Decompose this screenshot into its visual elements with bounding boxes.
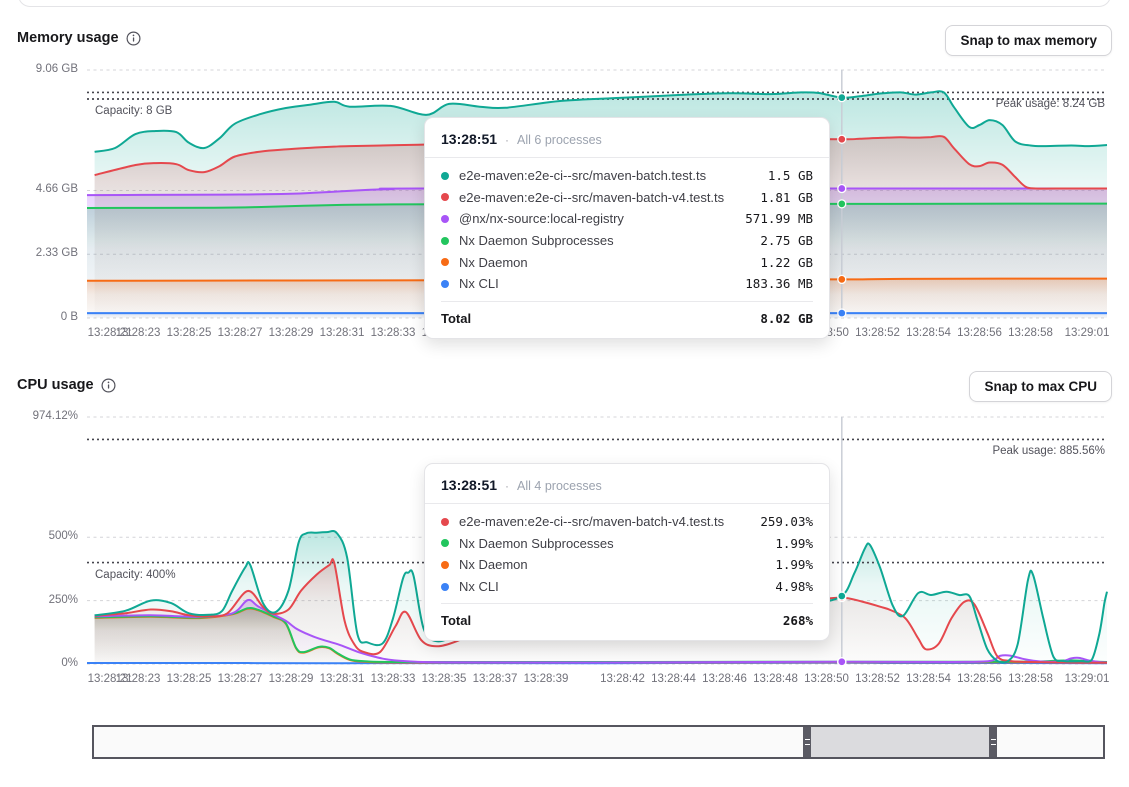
brush-handle-right[interactable] — [989, 727, 997, 757]
info-icon[interactable] — [101, 378, 116, 393]
info-icon[interactable] — [126, 31, 141, 46]
process-value: 259.03% — [760, 514, 813, 529]
process-name: Nx Daemon — [459, 255, 528, 270]
tooltip-subtitle: All 4 processes — [517, 479, 602, 493]
process-value: 1.99% — [775, 536, 813, 551]
snap-to-max-memory-button[interactable]: Snap to max memory — [945, 25, 1112, 56]
series-color-dot — [441, 518, 449, 526]
series-color-dot — [441, 258, 449, 266]
process-value: 1.99% — [775, 557, 813, 572]
cpu-tooltip: 13:28:51 · All 4 processes e2e-maven:e2e… — [424, 463, 830, 641]
process-name: Nx Daemon — [459, 557, 528, 572]
y-axis-tick-label: 4.66 GB — [0, 183, 78, 195]
grip-icon — [805, 739, 810, 745]
snap-to-max-cpu-button[interactable]: Snap to max CPU — [969, 371, 1112, 402]
process-name: Nx CLI — [459, 276, 499, 291]
process-value: 2.75 GB — [760, 233, 813, 248]
process-value: 571.99 MB — [745, 211, 813, 226]
process-value: 183.36 MB — [745, 276, 813, 291]
series-color-dot — [441, 193, 449, 201]
series-color-dot — [441, 172, 449, 180]
grip-icon — [991, 739, 996, 745]
series-color-dot — [441, 215, 449, 223]
x-axis-tick-label: 13:28:58 — [1001, 327, 1061, 339]
total-value: 8.02 GB — [760, 311, 813, 326]
y-axis-tick-label: 500% — [0, 530, 78, 542]
process-value: 4.98% — [775, 579, 813, 594]
brush-handle-left[interactable] — [803, 727, 811, 757]
memory-usage-title: Memory usage — [17, 30, 119, 46]
y-axis-tick-label: 9.06 GB — [0, 63, 78, 75]
tooltip-row: Nx Daemon 1.22 GB — [441, 251, 813, 273]
x-axis-tick-label: 13:28:58 — [1001, 673, 1061, 685]
y-axis-tick-label: 250% — [0, 594, 78, 606]
tooltip-row: @nx/nx-source:local-registry 571.99 MB — [441, 208, 813, 230]
series-color-dot — [441, 583, 449, 591]
total-label: Total — [441, 613, 471, 628]
y-axis-tick-label: 0 B — [0, 311, 78, 323]
tooltip-row: e2e-maven:e2e-ci--src/maven-batch.test.t… — [441, 165, 813, 187]
brush-selection[interactable] — [811, 727, 989, 757]
tooltip-header: 13:28:51 · All 4 processes — [425, 464, 829, 504]
tooltip-time: 13:28:51 — [441, 477, 497, 493]
tooltip-row: Nx Daemon Subprocesses 1.99% — [441, 533, 813, 555]
x-axis-tick-label: 13:29:01 — [1057, 673, 1117, 685]
tooltip-row: e2e-maven:e2e-ci--src/maven-batch-v4.tes… — [441, 187, 813, 209]
x-axis-tick-label: 13:29:01 — [1057, 327, 1117, 339]
y-axis-tick-label: 0% — [0, 657, 78, 669]
tooltip-separator: · — [505, 133, 509, 147]
tooltip-row: Nx CLI 4.98% — [441, 576, 813, 598]
tooltip-row: Nx CLI 183.36 MB — [441, 273, 813, 295]
process-value: 1.22 GB — [760, 255, 813, 270]
cpu-section-header: CPU usage — [17, 377, 116, 393]
tooltip-row: Nx Daemon 1.99% — [441, 554, 813, 576]
process-name: Nx CLI — [459, 579, 499, 594]
x-axis-tick-label: 13:28:39 — [516, 673, 576, 685]
series-color-dot — [441, 237, 449, 245]
y-axis-tick-label: 974.12% — [0, 410, 78, 422]
total-value: 268% — [783, 613, 813, 628]
tooltip-rows: e2e-maven:e2e-ci--src/maven-batch.test.t… — [425, 158, 829, 297]
series-color-dot — [441, 280, 449, 288]
process-name: e2e-maven:e2e-ci--src/maven-batch.test.t… — [459, 168, 706, 183]
tooltip-total-row: Total 8.02 GB — [441, 301, 813, 338]
tooltip-row: Nx Daemon Subprocesses 2.75 GB — [441, 230, 813, 252]
memory-section-header: Memory usage — [17, 30, 141, 46]
total-label: Total — [441, 311, 471, 326]
tooltip-row: e2e-maven:e2e-ci--src/maven-batch-v4.tes… — [441, 511, 813, 533]
cpu-usage-title: CPU usage — [17, 377, 94, 393]
memory-tooltip: 13:28:51 · All 6 processes e2e-maven:e2e… — [424, 117, 830, 339]
top-panel-bottom-edge — [18, 0, 1111, 7]
series-color-dot — [441, 561, 449, 569]
y-axis-tick-label: 2.33 GB — [0, 247, 78, 259]
process-name: Nx Daemon Subprocesses — [459, 536, 614, 551]
process-value: 1.5 GB — [768, 168, 813, 183]
process-name: e2e-maven:e2e-ci--src/maven-batch-v4.tes… — [459, 514, 724, 529]
tooltip-rows: e2e-maven:e2e-ci--src/maven-batch-v4.tes… — [425, 504, 829, 599]
tooltip-header: 13:28:51 · All 6 processes — [425, 118, 829, 158]
process-value: 1.81 GB — [760, 190, 813, 205]
tooltip-time: 13:28:51 — [441, 131, 497, 147]
tooltip-total-row: Total 268% — [441, 603, 813, 640]
tooltip-subtitle: All 6 processes — [517, 133, 602, 147]
timeline-brush-track[interactable] — [92, 725, 1105, 759]
series-color-dot — [441, 539, 449, 547]
tooltip-separator: · — [505, 479, 509, 493]
process-name: e2e-maven:e2e-ci--src/maven-batch-v4.tes… — [459, 190, 724, 205]
process-name: @nx/nx-source:local-registry — [459, 211, 624, 226]
process-name: Nx Daemon Subprocesses — [459, 233, 614, 248]
